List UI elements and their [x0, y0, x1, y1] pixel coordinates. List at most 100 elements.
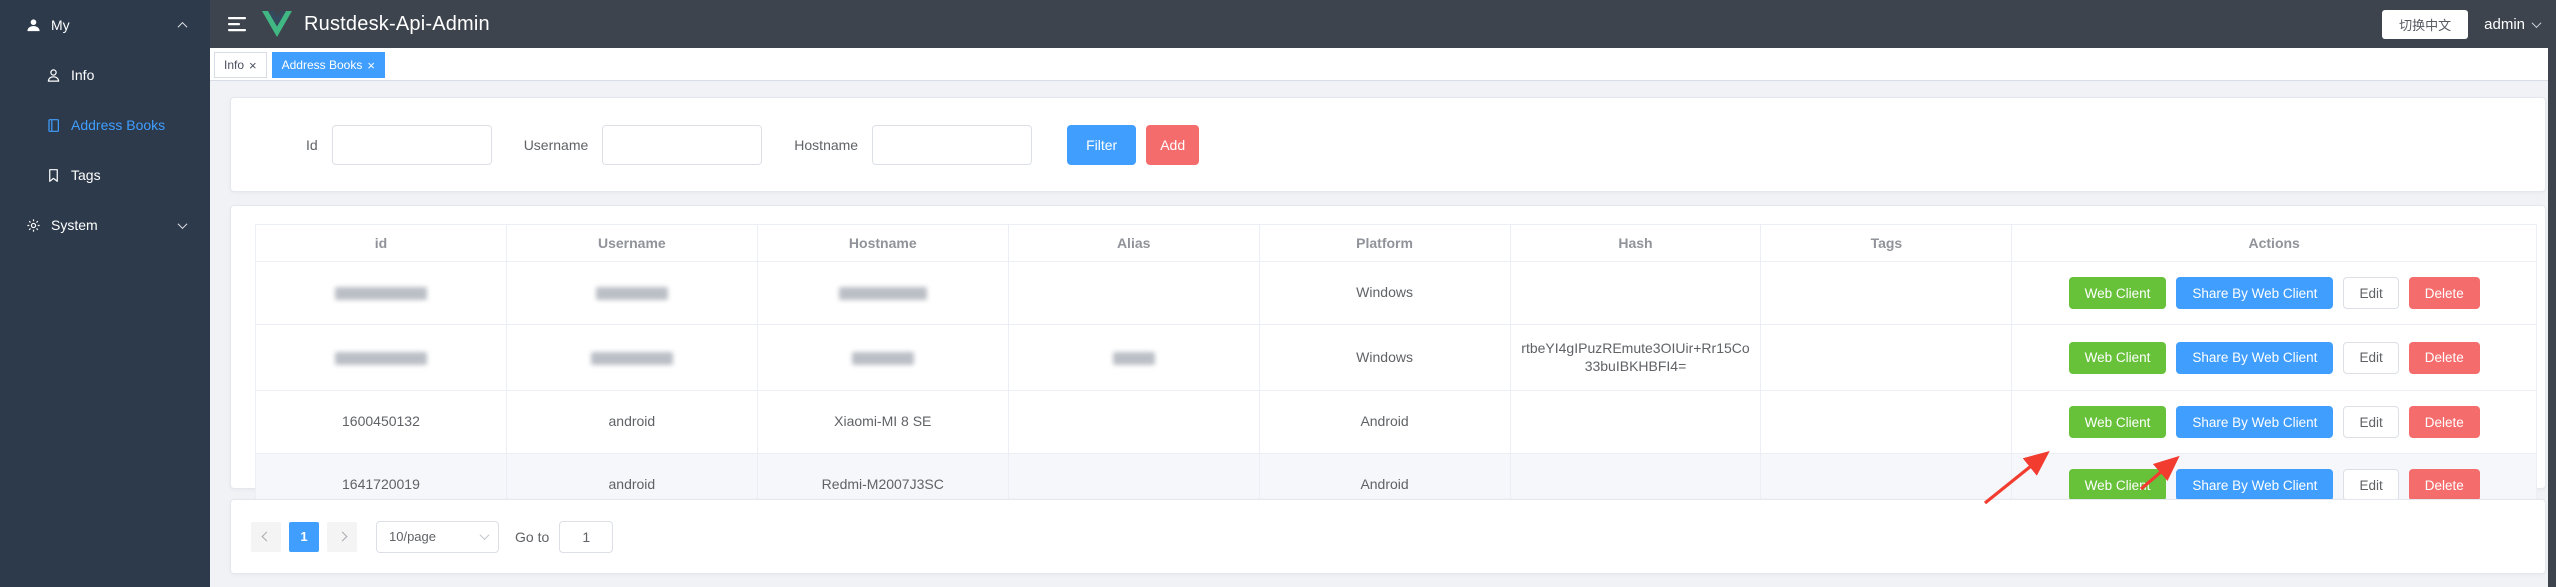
cell-alias — [1008, 325, 1259, 391]
filter-label: Hostname — [794, 137, 858, 153]
sidebar-item-my[interactable]: My — [0, 0, 210, 50]
add-button[interactable]: Add — [1146, 125, 1199, 165]
web-client-button[interactable]: Web Client — [2069, 342, 2167, 374]
sidebar: My Info Address Books Tags System — [0, 0, 210, 587]
main-content: IdUsernameHostname Filter Add idUsername… — [210, 81, 2548, 587]
chevron-right-icon — [337, 532, 347, 542]
table-row: 1600450132androidXiaomi-MI 8 SEAndroidWe… — [256, 391, 2537, 454]
delete-button[interactable]: Delete — [2409, 469, 2480, 501]
vue-logo-icon — [262, 11, 292, 37]
sidebar-item-label: Info — [71, 67, 94, 83]
cell-actions: Web Client Share By Web Client Edit Delete — [2012, 262, 2537, 325]
filter-field-username: Username — [524, 125, 763, 165]
cell-username — [506, 325, 757, 391]
edit-button[interactable]: Edit — [2343, 342, 2398, 374]
sidebar-item-info[interactable]: Info — [0, 50, 210, 100]
edit-button[interactable]: Edit — [2343, 469, 2398, 501]
cell-alias — [1008, 391, 1259, 454]
app-window: My Info Address Books Tags System Rustdesk-A… — [0, 0, 2556, 587]
sidebar-item-label: Tags — [71, 167, 101, 183]
sidebar-menu: My Info Address Books Tags System — [0, 0, 210, 250]
table-row: WindowsrtbeYI4gIPuzREmute3OIUir+Rr15Co33… — [256, 325, 2537, 391]
cell-hostname: Xiaomi-MI 8 SE — [757, 391, 1008, 454]
delete-button[interactable]: Delete — [2409, 342, 2480, 374]
web-client-button[interactable]: Web Client — [2069, 277, 2167, 309]
hamburger-icon[interactable] — [228, 16, 248, 32]
cell-tags — [1761, 325, 2012, 391]
sidebar-item-label: My — [51, 17, 70, 33]
user-menu[interactable]: admin — [2484, 16, 2540, 33]
cell-username — [506, 262, 757, 325]
redacted-text — [591, 352, 673, 365]
cell-hash: rtbeYI4gIPuzREmute3OIUir+Rr15Co33buIBKHB… — [1510, 325, 1761, 391]
filter-panel: Id Username Hostname Filter Add — [230, 97, 2546, 192]
app-title: Rustdesk-Api-Admin — [304, 13, 490, 36]
close-icon[interactable]: × — [249, 59, 257, 72]
filter-button[interactable]: Filter — [1067, 125, 1136, 165]
redacted-text — [335, 352, 427, 365]
tab-label: Address Books — [282, 58, 363, 72]
filter-field-id: Id — [306, 125, 492, 165]
column-header-id: id — [256, 225, 507, 262]
goto-page-input[interactable] — [559, 521, 613, 553]
page-size-value: 10/page — [389, 529, 436, 544]
edit-button[interactable]: Edit — [2343, 277, 2398, 309]
filter-label: Username — [524, 137, 589, 153]
delete-button[interactable]: Delete — [2409, 406, 2480, 438]
redacted-text — [335, 287, 427, 300]
scrollbar-strip — [2548, 48, 2556, 587]
sidebar-item-system[interactable]: System — [0, 200, 210, 250]
cell-actions: Web Client Share By Web Client Edit Delete — [2012, 325, 2537, 391]
edit-button[interactable]: Edit — [2343, 406, 2398, 438]
cell-actions: Web Client Share By Web Client Edit Delete — [2012, 391, 2537, 454]
cell-id — [256, 262, 507, 325]
column-header-hostname: Hostname — [757, 225, 1008, 262]
delete-button[interactable]: Delete — [2409, 277, 2480, 309]
sidebar-item-tags[interactable]: Tags — [0, 150, 210, 200]
web-client-button[interactable]: Web Client — [2069, 469, 2167, 501]
column-header-tags: Tags — [1761, 225, 2012, 262]
person-icon — [45, 67, 61, 83]
username-input[interactable] — [602, 125, 762, 165]
share-by-web-client-button[interactable]: Share By Web Client — [2176, 406, 2333, 438]
chevron-down-icon — [176, 217, 188, 233]
table-panel: idUsernameHostnameAliasPlatformHashTagsA… — [230, 205, 2546, 489]
address-books-table: idUsernameHostnameAliasPlatformHashTagsA… — [255, 224, 2537, 517]
sidebar-item-address-books[interactable]: Address Books — [0, 100, 210, 150]
tab-info[interactable]: Info× — [214, 52, 267, 78]
cell-alias — [1008, 262, 1259, 325]
cell-tags — [1761, 262, 2012, 325]
bookmark-icon — [45, 167, 61, 183]
share-by-web-client-button[interactable]: Share By Web Client — [2176, 469, 2333, 501]
hostname-input[interactable] — [872, 125, 1032, 165]
share-by-web-client-button[interactable]: Share By Web Client — [2176, 342, 2333, 374]
column-header-hash: Hash — [1510, 225, 1761, 262]
redacted-text — [839, 287, 927, 300]
cell-hostname — [757, 262, 1008, 325]
filter-field-hostname: Hostname — [794, 125, 1032, 165]
top-navbar: Rustdesk-Api-Admin 切换中文 admin — [210, 0, 2556, 48]
cell-id: 1600450132 — [256, 391, 507, 454]
close-icon[interactable]: × — [367, 59, 375, 72]
share-by-web-client-button[interactable]: Share By Web Client — [2176, 277, 2333, 309]
id-input[interactable] — [332, 125, 492, 165]
notebook-icon — [45, 117, 61, 133]
column-header-actions: Actions — [2012, 225, 2537, 262]
tab-address-books[interactable]: Address Books × — [272, 52, 385, 78]
chevron-down-icon — [480, 530, 490, 540]
page-1-button[interactable]: 1 — [289, 522, 319, 552]
cell-hostname — [757, 325, 1008, 391]
switch-language-button[interactable]: 切换中文 — [2382, 10, 2468, 39]
web-client-button[interactable]: Web Client — [2069, 406, 2167, 438]
prev-page-button[interactable] — [251, 522, 281, 552]
page-size-select[interactable]: 10/page — [376, 521, 499, 553]
filter-label: Id — [306, 137, 318, 153]
column-header-alias: Alias — [1008, 225, 1259, 262]
next-page-button[interactable] — [327, 522, 357, 552]
redacted-text — [596, 287, 668, 300]
cell-platform: Windows — [1259, 325, 1510, 391]
chevron-down-icon — [2532, 18, 2542, 28]
column-header-username: Username — [506, 225, 757, 262]
table-row: WindowsWeb ClientShare By Web ClientEdit… — [256, 262, 2537, 325]
pagination-bar: 1 10/page Go to — [230, 499, 2546, 574]
